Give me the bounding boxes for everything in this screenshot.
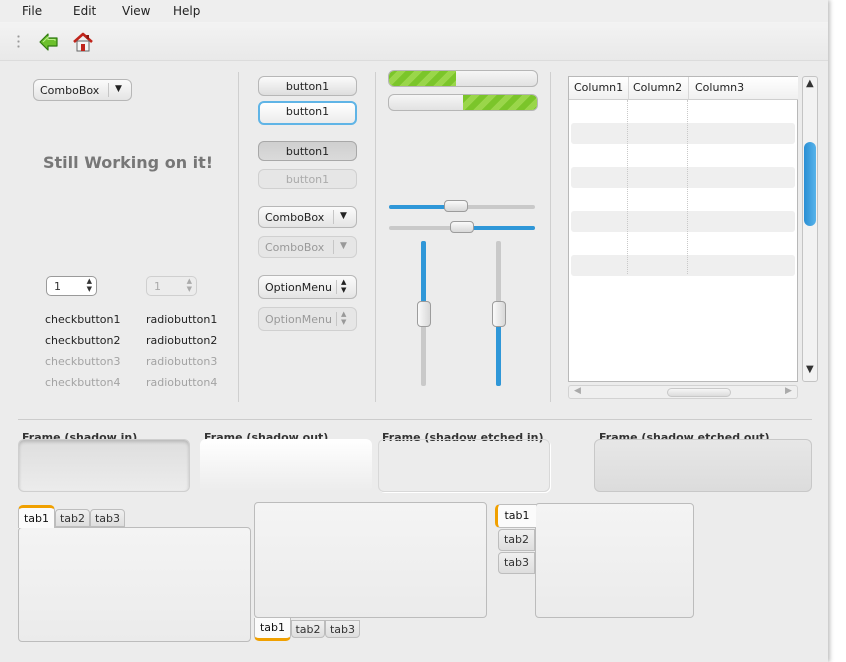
- updown-arrows-icon: ▲ ▼: [341, 310, 347, 326]
- scroll-down-icon[interactable]: ▼: [806, 364, 814, 375]
- checkbutton-4: checkbutton4: [45, 376, 121, 389]
- checkbutton-2[interactable]: checkbutton2: [45, 334, 121, 347]
- menu-file[interactable]: File: [22, 4, 42, 18]
- notebook-1-tab-3[interactable]: tab3: [90, 509, 125, 527]
- notebook-3-page: [535, 503, 694, 618]
- column-divider: [687, 100, 688, 274]
- combobox-separator: [333, 240, 334, 254]
- notebook-3-tab-1[interactable]: tab1: [495, 504, 536, 528]
- toolbar-grip[interactable]: [17, 34, 20, 48]
- option-menu-separator: [336, 312, 337, 326]
- toolbar: [0, 22, 828, 61]
- column-header-1-label: Column1: [574, 81, 624, 94]
- button-focused[interactable]: button1: [258, 101, 357, 125]
- menubar: File Edit View Help: [0, 0, 828, 22]
- option-menu-separator: [336, 280, 337, 294]
- separator: [550, 72, 551, 402]
- wip-label: Still Working on it!: [43, 153, 214, 172]
- button-disabled: button1: [258, 169, 357, 189]
- chevron-down-icon: ▼: [340, 241, 347, 251]
- progress-bar-2: [388, 94, 538, 111]
- table-row[interactable]: [571, 211, 795, 232]
- button-pressed[interactable]: button1: [258, 141, 357, 161]
- option-menu-disabled: OptionMenu ▲ ▼: [258, 307, 357, 331]
- spinbutton-disabled: 1 ▲ ▼: [146, 276, 197, 296]
- column-header-1[interactable]: Column1: [569, 77, 628, 100]
- combobox-disabled-label: ComboBox: [265, 241, 325, 254]
- table-row[interactable]: [571, 167, 795, 188]
- hscale-2-slider[interactable]: [450, 221, 474, 233]
- app-window: File Edit View Help ComboBox ▼ Still Wor…: [0, 0, 828, 662]
- progress-bar-2-fill: [463, 95, 537, 110]
- menu-help[interactable]: Help: [173, 4, 200, 18]
- progress-bar-1-fill: [389, 71, 456, 86]
- chevron-down-icon: ▼: [115, 84, 122, 94]
- column-header-2-label: Column2: [633, 81, 683, 94]
- table-row[interactable]: [571, 255, 795, 276]
- horizontal-scrollbar-thumb[interactable]: [667, 388, 731, 397]
- vertical-scrollbar[interactable]: [802, 76, 818, 382]
- option-menu-disabled-label: OptionMenu: [265, 313, 332, 326]
- spinbutton-value: 1: [54, 280, 61, 293]
- chevron-down-icon: ▼: [340, 211, 347, 221]
- vertical-scrollbar-thumb[interactable]: [804, 142, 816, 226]
- vscale-2-slider[interactable]: [492, 300, 506, 327]
- notebook-2-tab-1[interactable]: tab1: [254, 618, 291, 641]
- spinbutton-disabled-value: 1: [154, 280, 161, 293]
- scroll-left-icon[interactable]: ◀: [574, 386, 581, 396]
- radiobutton-1[interactable]: radiobutton1: [146, 313, 217, 326]
- frame-shadow-etched-out: [594, 439, 812, 492]
- column-header-2[interactable]: Column2: [628, 77, 689, 100]
- notebook-2-page: [254, 502, 487, 618]
- combobox-left[interactable]: ComboBox ▼: [33, 79, 132, 101]
- radiobutton-4: radiobutton4: [146, 376, 218, 389]
- column-divider: [627, 100, 628, 274]
- notebook-3-tab-3[interactable]: tab3: [498, 552, 535, 574]
- tree-view[interactable]: Column1 Column2 Column3: [568, 76, 798, 382]
- separator: [238, 72, 239, 402]
- option-menu-label: OptionMenu: [265, 281, 332, 294]
- option-menu[interactable]: OptionMenu ▲ ▼: [258, 275, 357, 299]
- combobox-disabled: ComboBox ▼: [258, 236, 357, 258]
- column-header-3-label: Column3: [695, 81, 745, 94]
- back-arrow-icon[interactable]: [38, 32, 60, 52]
- frame-shadow-etched-in: [378, 439, 550, 492]
- home-icon[interactable]: [72, 31, 94, 53]
- notebook-1-tab-1[interactable]: tab1: [18, 505, 55, 528]
- notebook-2-tab-2[interactable]: tab2: [291, 620, 325, 638]
- menu-view[interactable]: View: [122, 4, 150, 18]
- hscale-1-slider[interactable]: [443, 200, 468, 212]
- horizontal-separator: [18, 419, 812, 420]
- notebook-3-tab-2[interactable]: tab2: [498, 529, 535, 551]
- frame-shadow-out: [200, 439, 372, 492]
- checkbutton-1[interactable]: checkbutton1: [45, 313, 121, 326]
- table-row[interactable]: [571, 123, 795, 144]
- separator: [375, 72, 376, 402]
- notebook-2-tab-3[interactable]: tab3: [325, 620, 360, 638]
- combobox-middle[interactable]: ComboBox ▼: [258, 206, 357, 228]
- radiobutton-2[interactable]: radiobutton2: [146, 334, 217, 347]
- scroll-right-icon[interactable]: ▶: [785, 386, 792, 396]
- menu-edit[interactable]: Edit: [73, 4, 96, 18]
- combobox-separator: [333, 210, 334, 224]
- progress-bar-1: [388, 70, 538, 87]
- spinbutton[interactable]: 1 ▲ ▼: [46, 276, 97, 296]
- button-1[interactable]: button1: [258, 76, 357, 96]
- combobox-separator: [108, 83, 109, 97]
- spin-arrows-icon: ▲ ▼: [186, 277, 192, 293]
- updown-arrows-icon: ▲ ▼: [341, 278, 347, 294]
- column-header-3[interactable]: Column3: [688, 77, 798, 100]
- radiobutton-3: radiobutton3: [146, 355, 218, 368]
- scroll-up-icon[interactable]: ▲: [806, 78, 814, 89]
- checkbutton-3: checkbutton3: [45, 355, 121, 368]
- combobox-left-label: ComboBox: [40, 84, 100, 97]
- notebook-1-tab-2[interactable]: tab2: [55, 509, 90, 527]
- frame-shadow-in: [18, 439, 190, 492]
- notebook-1-page: [18, 527, 251, 642]
- spin-arrows-icon[interactable]: ▲ ▼: [87, 277, 92, 293]
- combobox-middle-label: ComboBox: [265, 211, 325, 224]
- vscale-1-slider[interactable]: [417, 300, 431, 327]
